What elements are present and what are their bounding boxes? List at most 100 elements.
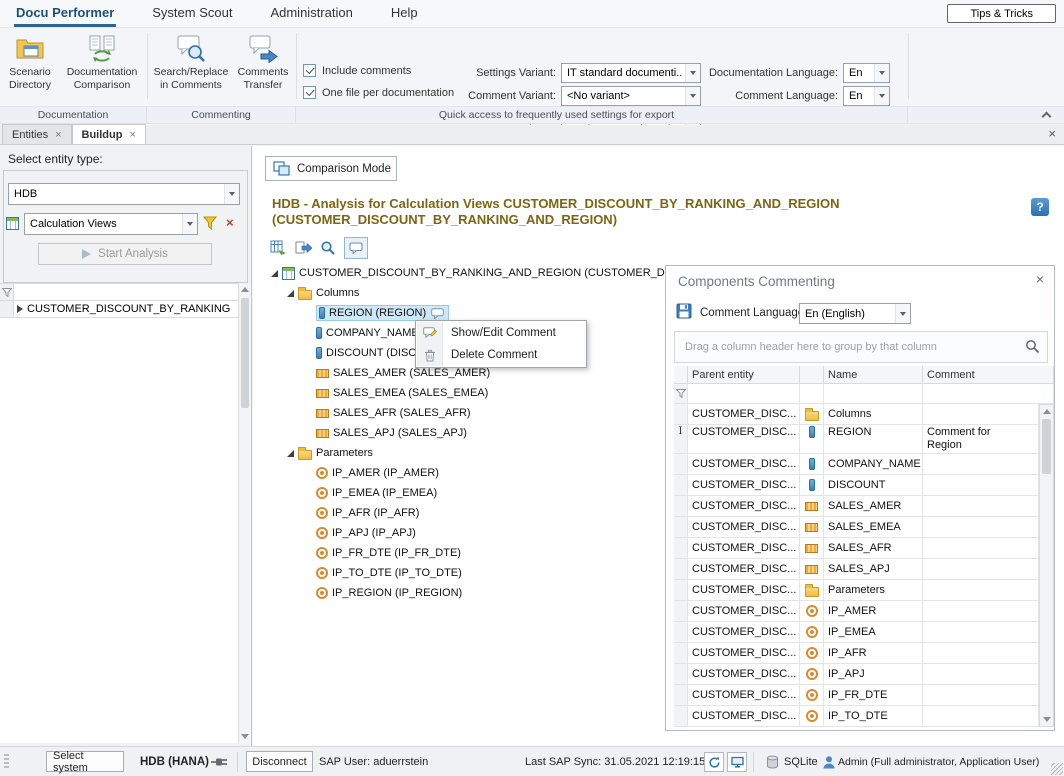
table-row-ip-amer[interactable]: CUSTOMER_DISC... IP_AMER: [674, 601, 1054, 622]
system-dropdown[interactable]: HDB: [8, 183, 240, 205]
dropdown-arrow-icon[interactable]: [224, 184, 239, 204]
filter-cell[interactable]: [824, 384, 923, 404]
tips-tricks-button[interactable]: Tips & Tricks: [947, 4, 1056, 23]
comment-cell[interactable]: [923, 685, 1039, 706]
tab-entities[interactable]: Entities ×: [2, 124, 72, 144]
table-row-ip-afr[interactable]: CUSTOMER_DISC... IP_AFR: [674, 643, 1054, 664]
comments-transfer-button[interactable]: Comments Transfer: [234, 30, 292, 104]
comment-cell[interactable]: [923, 404, 1039, 425]
transfer-icon[interactable]: [295, 240, 312, 256]
table-row-ip-to-dte[interactable]: CUSTOMER_DISC... IP_TO_DTE: [674, 706, 1054, 727]
left-scrollbar[interactable]: [238, 283, 251, 743]
expander-expanded-icon[interactable]: [271, 270, 278, 277]
entity-type-dropdown[interactable]: Calculation Views: [24, 213, 198, 235]
table-filter-row[interactable]: [674, 384, 1054, 404]
scroll-down-icon[interactable]: [239, 730, 251, 743]
scroll-thumb[interactable]: [1042, 419, 1051, 474]
comment-cell[interactable]: [923, 664, 1039, 685]
search-zoom-icon[interactable]: [320, 240, 336, 256]
settings-variant-dropdown[interactable]: IT standard documenti...: [561, 63, 701, 83]
menu-docu-performer[interactable]: Docu Performer: [14, 0, 116, 27]
table-row-sales-afr[interactable]: CUSTOMER_DISC... SALES_AFR: [674, 538, 1054, 559]
close-tab-icon[interactable]: ×: [55, 129, 61, 141]
table-row-company-name[interactable]: CUSTOMER_DISC... COMPANY_NAME: [674, 454, 1054, 475]
help-icon[interactable]: ?: [1031, 198, 1049, 216]
refresh-sync-button[interactable]: [704, 752, 724, 772]
comment-cell[interactable]: [923, 580, 1039, 601]
table-row-ip-fr-dte[interactable]: CUSTOMER_DISC... IP_FR_DTE: [674, 685, 1054, 706]
menu-administration[interactable]: Administration: [268, 0, 354, 27]
close-tab-icon[interactable]: ×: [129, 129, 135, 141]
search-icon[interactable]: [1025, 339, 1040, 354]
comment-cell[interactable]: [923, 517, 1039, 538]
comment-cell[interactable]: [923, 475, 1039, 496]
comment-cell[interactable]: [923, 643, 1039, 664]
scroll-down-icon[interactable]: [1040, 713, 1053, 726]
include-comments-checkbox[interactable]: Include comments: [303, 64, 411, 77]
documentation-comparison-button[interactable]: Documentation Comparison: [60, 30, 144, 104]
grid-filter-row[interactable]: [0, 284, 238, 301]
start-analysis-button[interactable]: Start Analysis: [38, 243, 212, 265]
comment-cell[interactable]: [923, 496, 1039, 517]
header-comment[interactable]: Comment: [923, 366, 1054, 384]
table-row-parameters[interactable]: CUSTOMER_DISC... Parameters: [674, 580, 1054, 601]
menu-item-show-edit-comment[interactable]: Show/Edit Comment: [417, 322, 585, 344]
scenario-directory-button[interactable]: Scenario Directory: [2, 30, 58, 104]
entity-row[interactable]: CUSTOMER_DISCOUNT_BY_RANKING: [0, 301, 238, 318]
system-monitor-button[interactable]: [727, 752, 747, 772]
filter-cell[interactable]: [800, 384, 824, 404]
filter-cell[interactable]: [14, 284, 238, 300]
tab-buildup[interactable]: Buildup ×: [72, 124, 146, 144]
comment-cell[interactable]: [923, 538, 1039, 559]
comment-cell[interactable]: [923, 454, 1039, 475]
expander-collapsed-icon[interactable]: [17, 305, 23, 313]
comment-cell[interactable]: Comment for Region: [923, 425, 1039, 454]
dropdown-arrow-icon[interactable]: [874, 64, 889, 82]
comment-toggle-button[interactable]: [344, 237, 368, 259]
filter-cell[interactable]: [923, 384, 1054, 404]
table-row-sales-emea[interactable]: CUSTOMER_DISC... SALES_EMEA: [674, 517, 1054, 538]
filter-cell[interactable]: [688, 384, 800, 404]
table-row-region[interactable]: I CUSTOMER_DISC... REGION Comment for Re…: [674, 425, 1054, 454]
documentation-language-dropdown[interactable]: En: [843, 63, 890, 83]
one-file-per-documentation-checkbox[interactable]: One file per documentation: [303, 86, 454, 99]
export-grid-icon[interactable]: [270, 240, 287, 256]
collapse-ribbon-icon[interactable]: [1042, 112, 1052, 122]
comment-cell[interactable]: [923, 622, 1039, 643]
comment-variant-dropdown[interactable]: <No variant>: [561, 86, 701, 106]
table-row-sales-amer[interactable]: CUSTOMER_DISC... SALES_AMER: [674, 496, 1054, 517]
comment-cell[interactable]: [923, 706, 1039, 727]
save-icon[interactable]: [676, 303, 692, 319]
dropdown-arrow-icon[interactable]: [685, 64, 700, 82]
filter-funnel-icon[interactable]: [0, 284, 14, 300]
clear-filter-icon[interactable]: ×: [226, 215, 234, 230]
scroll-up-icon[interactable]: [1040, 405, 1053, 418]
comparison-mode-button[interactable]: Comparison Mode: [265, 156, 397, 181]
dropdown-arrow-icon[interactable]: [874, 87, 889, 105]
comment-cell[interactable]: [923, 601, 1039, 622]
dropdown-arrow-icon[interactable]: [182, 214, 197, 234]
scroll-up-icon[interactable]: [239, 283, 251, 296]
menu-help[interactable]: Help: [389, 0, 420, 27]
search-replace-comments-button[interactable]: Search/Replace in Comments: [152, 30, 230, 104]
disconnect-button[interactable]: Disconnect: [246, 751, 313, 772]
header-icon-column[interactable]: [800, 366, 824, 384]
header-parent-entity[interactable]: Parent entity: [688, 366, 800, 384]
menu-item-delete-comment[interactable]: Delete Comment: [417, 344, 585, 366]
table-row-ip-emea[interactable]: CUSTOMER_DISC... IP_EMEA: [674, 622, 1054, 643]
menu-system-scout[interactable]: System Scout: [150, 0, 234, 27]
dropdown-arrow-icon[interactable]: [685, 87, 700, 105]
table-row-ip-apj[interactable]: CUSTOMER_DISC... IP_APJ: [674, 664, 1054, 685]
expander-expanded-icon[interactable]: [287, 290, 294, 297]
filter-edit-icon[interactable]: [203, 216, 219, 231]
close-panel-icon[interactable]: ×: [1036, 271, 1044, 287]
header-name[interactable]: Name: [824, 366, 923, 384]
table-row-columns[interactable]: CUSTOMER_DISC... Columns: [674, 404, 1054, 425]
comment-language-dropdown[interactable]: En (English): [799, 303, 911, 324]
expander-expanded-icon[interactable]: [287, 450, 294, 457]
filter-funnel-icon[interactable]: [674, 384, 688, 404]
comment-cell[interactable]: [923, 559, 1039, 580]
group-by-bar[interactable]: Drag a column header here to group by th…: [674, 331, 1048, 363]
close-pane-icon[interactable]: ×: [1048, 126, 1056, 141]
scroll-thumb[interactable]: [241, 298, 249, 408]
